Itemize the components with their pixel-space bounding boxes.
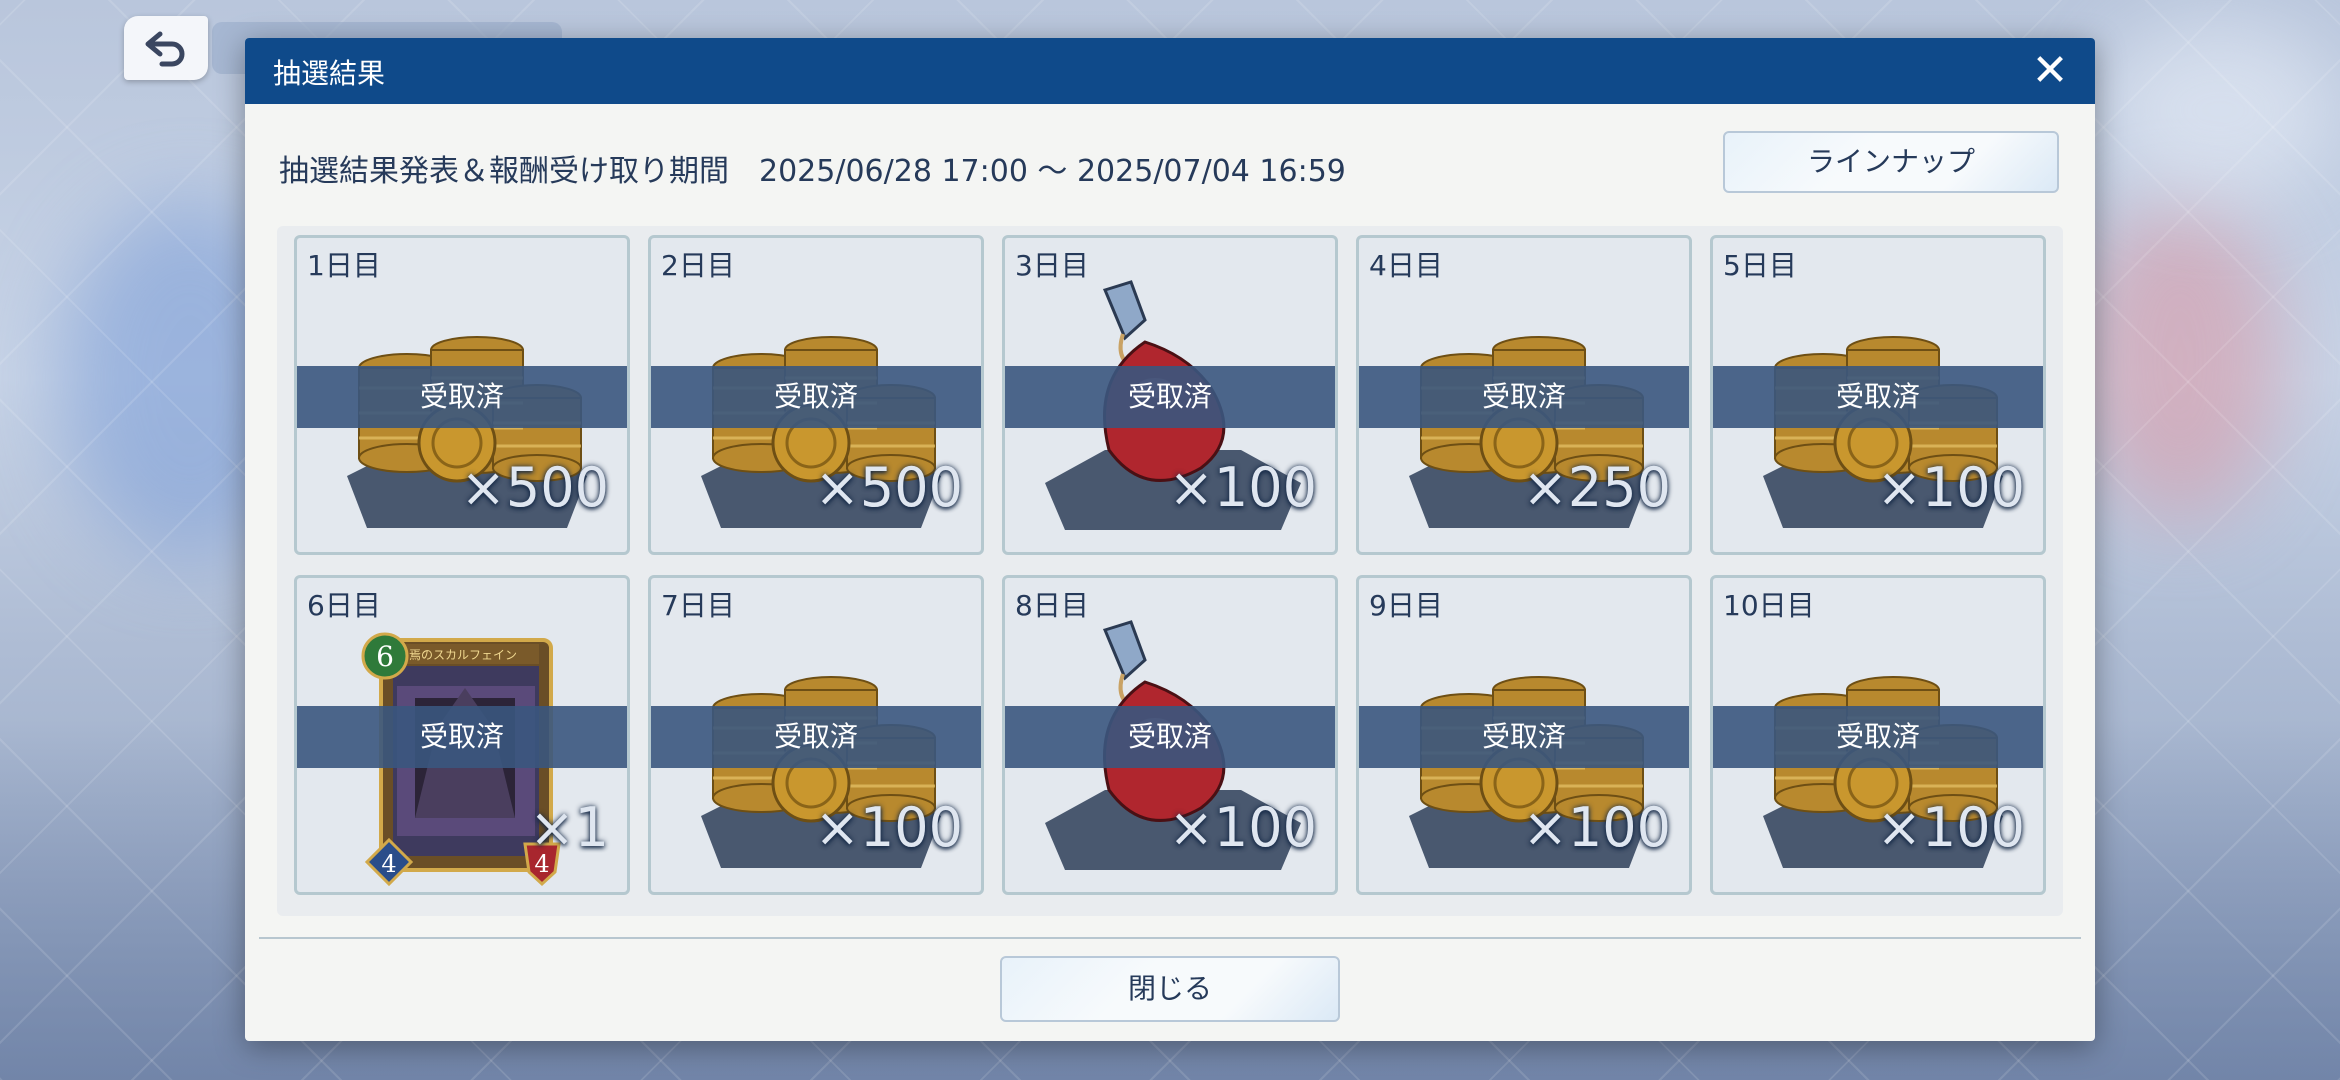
reward-card[interactable]: 5日目 ×100 受取済 (1710, 235, 2046, 555)
day-label: 4日目 (1369, 249, 1443, 282)
claimed-badge: 受取済 (651, 706, 981, 768)
lineup-button[interactable]: ラインナップ (1723, 131, 2059, 193)
claimed-badge: 受取済 (1713, 366, 2043, 428)
reward-card[interactable]: 3日目 ×100 受取済 (1002, 235, 1338, 555)
day-label: 7日目 (661, 589, 735, 622)
reward-quantity: ×500 (460, 456, 609, 519)
close-button[interactable]: 閉じる (1000, 956, 1340, 1022)
divider (259, 937, 2081, 939)
claimed-badge: 受取済 (1713, 706, 2043, 768)
day-label: 3日目 (1015, 249, 1089, 282)
day-label: 8日目 (1015, 589, 1089, 622)
svg-text:6: 6 (376, 640, 394, 673)
claimed-badge: 受取済 (651, 366, 981, 428)
lottery-result-dialog: 抽選結果 ✕ 抽選結果発表＆報酬受け取り期間 2025/06/28 17:00 … (245, 38, 2095, 1041)
reward-quantity: ×250 (1522, 456, 1671, 519)
reward-quantity: ×100 (1168, 456, 1317, 519)
reward-quantity: ×500 (814, 456, 963, 519)
reward-quantity: ×1 (529, 796, 609, 859)
claimed-badge: 受取済 (1359, 366, 1689, 428)
reward-card[interactable]: 4日目 ×250 受取済 (1356, 235, 1692, 555)
day-label: 5日目 (1723, 249, 1797, 282)
day-label: 1日目 (307, 249, 381, 282)
reward-quantity: ×100 (1876, 796, 2025, 859)
reward-quantity: ×100 (1522, 796, 1671, 859)
back-arrow-icon (145, 31, 185, 67)
svg-text:4: 4 (381, 850, 396, 878)
svg-text:終焉のスカルフェイン: 終焉のスカルフェイン (397, 647, 517, 662)
reward-card[interactable]: 1日目 ×500 受取済 (294, 235, 630, 555)
day-label: 6日目 (307, 589, 381, 622)
claimed-badge: 受取済 (1005, 366, 1335, 428)
dialog-title-bar: 抽選結果 ✕ (245, 38, 2095, 104)
claimed-badge: 受取済 (297, 706, 627, 768)
reward-card[interactable]: 2日目 ×500 受取済 (648, 235, 984, 555)
reward-card[interactable]: 9日目 ×100 受取済 (1356, 575, 1692, 895)
day-label: 10日目 (1723, 589, 1815, 622)
claim-period-text: 抽選結果発表＆報酬受け取り期間 2025/06/28 17:00 ～ 2025/… (279, 154, 1346, 189)
day-label: 2日目 (661, 249, 735, 282)
claimed-badge: 受取済 (1359, 706, 1689, 768)
reward-quantity: ×100 (1876, 456, 2025, 519)
reward-card[interactable]: 8日目 ×100 受取済 (1002, 575, 1338, 895)
close-icon[interactable]: ✕ (2025, 46, 2075, 96)
reward-card[interactable]: 終焉のスカルフェイン 6 4 4 6日目 ×1 受取済 (294, 575, 630, 895)
reward-grid: 1日目 ×500 受取済 2日目 ×500 受取済 3日目 ×100 受取済 4日目 ×250… (277, 226, 2063, 916)
claimed-badge: 受取済 (1005, 706, 1335, 768)
day-label: 9日目 (1369, 589, 1443, 622)
back-button[interactable] (124, 16, 208, 80)
reward-card[interactable]: 10日目 ×100 受取済 (1710, 575, 2046, 895)
reward-card[interactable]: 7日目 ×100 受取済 (648, 575, 984, 895)
reward-quantity: ×100 (1168, 796, 1317, 859)
claimed-badge: 受取済 (297, 366, 627, 428)
reward-quantity: ×100 (814, 796, 963, 859)
dialog-title: 抽選結果 (273, 57, 386, 90)
